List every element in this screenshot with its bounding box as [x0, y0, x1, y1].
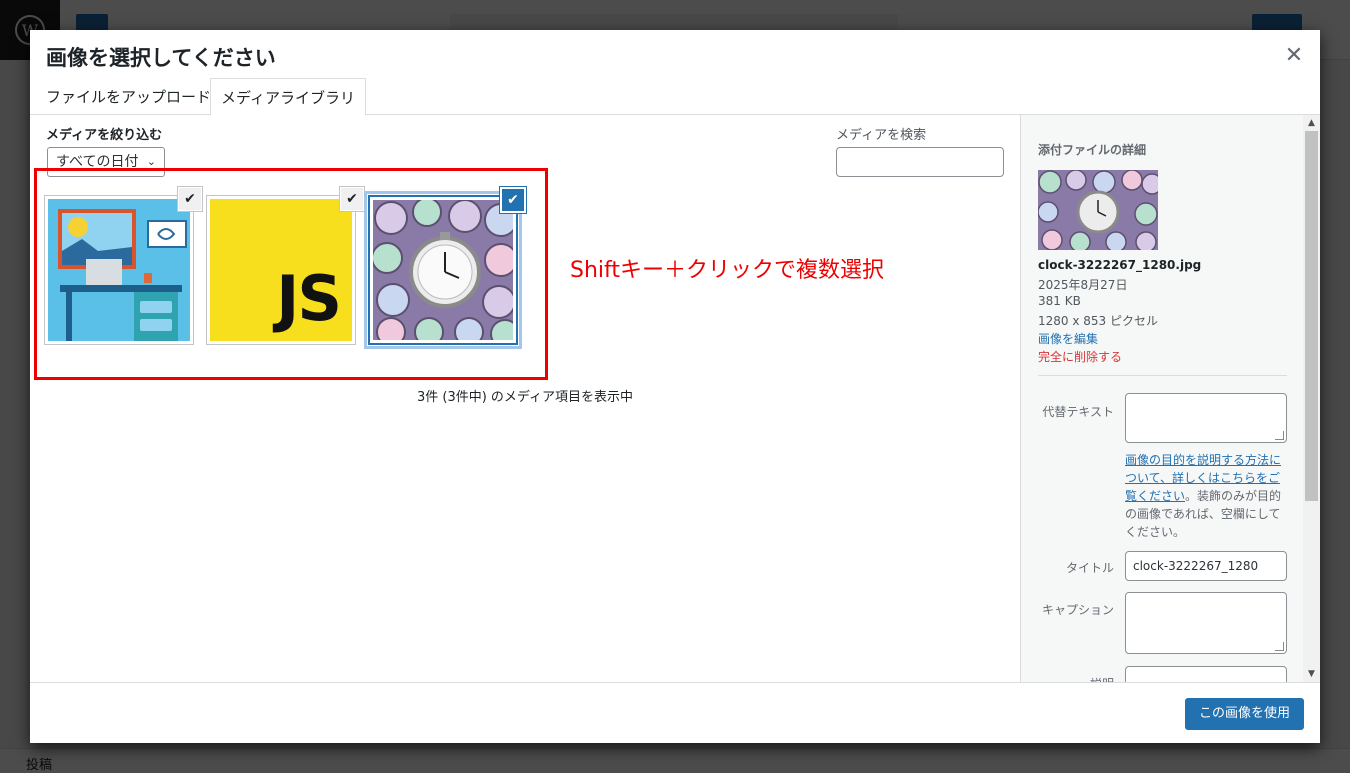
sidebar-scrollbar[interactable]: ▲ ▼: [1303, 115, 1320, 682]
scroll-down-icon[interactable]: ▼: [1303, 666, 1320, 682]
modal-title: 画像を選択してください: [46, 46, 276, 70]
delete-permanently-link[interactable]: 完全に削除する: [1038, 348, 1122, 365]
scrollbar-thumb[interactable]: [1305, 131, 1318, 501]
resize-handle-icon[interactable]: [1275, 431, 1284, 440]
alt-text-label: 代替テキスト: [1042, 405, 1114, 419]
annotation-highlight-box: [34, 168, 548, 380]
attachment-filesize: 381 KB: [1038, 294, 1081, 308]
attachment-filename: clock-3222267_1280.jpg: [1038, 258, 1202, 272]
edit-image-link[interactable]: 画像を編集: [1038, 330, 1098, 347]
attachment-details-sidebar: 添付ファイルの詳細 clock-3222267_1280.jpg 2025年8月…: [1020, 115, 1320, 682]
alt-text-help: 画像の目的を説明する方法について、詳しくはこちらをご覧ください。装飾のみが目的の…: [1125, 451, 1287, 541]
media-modal: 画像を選択してください ✕ ファイルをアップロード メディアライブラリ メディア…: [30, 30, 1320, 743]
attachment-details-heading: 添付ファイルの詳細: [1038, 143, 1147, 157]
modal-tabs: ファイルをアップロード メディアライブラリ: [30, 78, 1320, 116]
modal-toolbar: この画像を使用: [30, 682, 1320, 743]
attachment-dimensions: 1280 x 853 ピクセル: [1038, 314, 1158, 328]
annotation-text: Shiftキー＋クリックで複数選択: [570, 258, 885, 283]
tab-media-library[interactable]: メディアライブラリ: [210, 78, 366, 116]
tab-upload-files[interactable]: ファイルをアップロード: [36, 78, 221, 115]
description-label: 説明: [1038, 675, 1114, 682]
caption-field[interactable]: [1125, 592, 1287, 654]
attachment-thumbnail: [1038, 170, 1158, 250]
title-field[interactable]: clock-3222267_1280: [1125, 551, 1287, 581]
scroll-up-icon[interactable]: ▲: [1303, 115, 1320, 131]
search-media-input[interactable]: [836, 147, 1004, 177]
attachment-date: 2025年8月27日: [1038, 278, 1128, 292]
close-icon[interactable]: ✕: [1280, 42, 1308, 70]
details-divider: [1038, 375, 1287, 376]
filter-media-label: メディアを絞り込む: [46, 128, 163, 143]
alt-text-field[interactable]: [1125, 393, 1287, 443]
title-label: タイトル: [1065, 561, 1114, 575]
search-media-label: メディアを検索: [836, 128, 927, 143]
media-count-text: 3件 (3件中) のメディア項目を表示中: [416, 390, 634, 405]
caption-label: キャプション: [1041, 603, 1114, 617]
use-this-image-button[interactable]: この画像を使用: [1184, 698, 1304, 730]
description-field[interactable]: [1125, 666, 1287, 682]
resize-handle-icon[interactable]: [1275, 642, 1284, 651]
